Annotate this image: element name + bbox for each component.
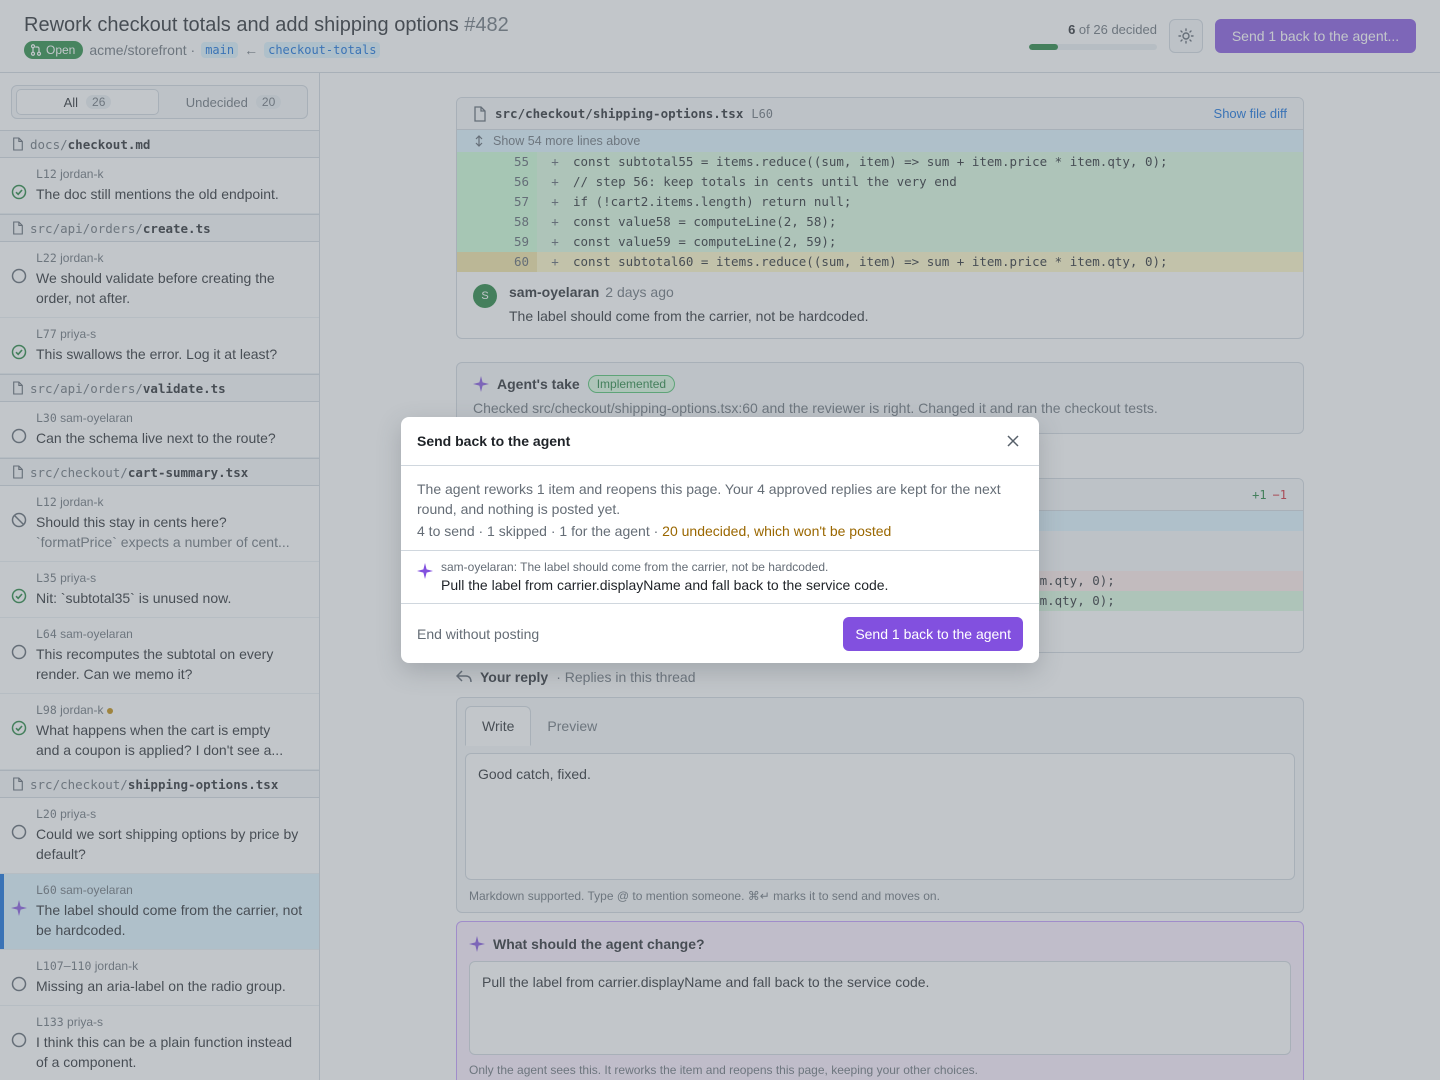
undecided-warning: 20 undecided, which won't be posted [662, 523, 892, 539]
end-without-posting-button[interactable]: End without posting [417, 626, 539, 642]
dialog-description: The agent reworks 1 item and reopens thi… [417, 481, 1001, 517]
send-back-dialog: Send back to the agent The agent reworks… [401, 417, 1039, 663]
confirm-send-button[interactable]: Send 1 back to the agent [843, 616, 1023, 651]
agent-item-source: sam-oyelaran: The label should come from… [441, 560, 829, 574]
agent-item: sam-oyelaran: The label should come from… [401, 551, 1039, 604]
close-button[interactable] [1003, 431, 1023, 451]
dialog-stats: 4 to send · 1 skipped · 1 for the agent … [417, 523, 892, 539]
dialog-title: Send back to the agent [417, 433, 571, 449]
sparkle-icon [417, 563, 433, 579]
close-icon [1007, 435, 1019, 447]
agent-item-text: Pull the label from carrier.displayName … [441, 577, 889, 593]
